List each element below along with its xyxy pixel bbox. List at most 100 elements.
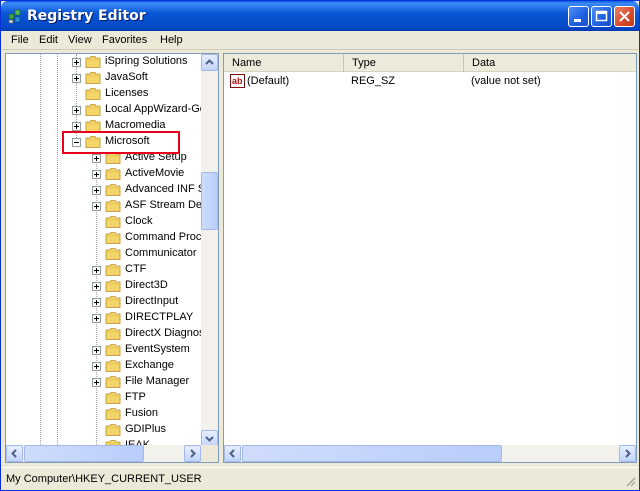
list-item[interactable]: ab (Default) REG_SZ (value not set) (224, 74, 636, 90)
expand-icon[interactable] (92, 298, 101, 307)
tree-item[interactable]: DIRECTPLAY (6, 310, 202, 326)
tree-item[interactable]: ASF Stream Des (6, 198, 208, 214)
resize-grip-icon[interactable] (624, 475, 636, 487)
tree-item[interactable]: ActiveMovie (6, 166, 202, 182)
tree-item[interactable]: iSpring Solutions (6, 54, 202, 70)
folder-icon (105, 280, 121, 292)
list-scroll-left-button[interactable] (224, 445, 241, 462)
list-horizontal-scrollbar[interactable] (224, 445, 636, 462)
scroll-up-button[interactable] (201, 54, 218, 71)
maximize-button[interactable] (591, 6, 612, 27)
expand-icon[interactable] (72, 74, 81, 83)
registry-editor-icon (8, 9, 21, 24)
tree-item[interactable]: DirectInput (6, 294, 202, 310)
window-title: Registry Editor (27, 8, 146, 24)
string-value-icon: ab (230, 74, 245, 88)
tree-item-label: EventSystem (125, 343, 190, 355)
value-type: REG_SZ (351, 75, 396, 87)
tree-item-label: ASF Stream Des (125, 199, 208, 211)
expand-icon[interactable] (92, 154, 101, 163)
tree-item-label: Clock (125, 215, 153, 227)
list-horizontal-scroll-thumb[interactable] (242, 445, 502, 462)
folder-icon (105, 376, 121, 388)
expand-icon[interactable] (72, 122, 81, 131)
expand-icon[interactable] (72, 106, 81, 115)
tree-item[interactable]: Exchange (6, 358, 202, 374)
scroll-right-button[interactable] (184, 445, 201, 462)
tree-item[interactable]: Direct3D (6, 278, 202, 294)
folder-icon (105, 312, 121, 324)
minimize-icon (574, 19, 581, 22)
tree-item-label: Licenses (105, 87, 149, 99)
list-scroll-right-button[interactable] (619, 445, 636, 462)
expand-icon[interactable] (92, 202, 101, 211)
tree-horizontal-scroll-thumb[interactable] (24, 445, 144, 462)
folder-icon (85, 72, 101, 84)
column-header-data[interactable]: Data (464, 54, 636, 72)
expand-icon[interactable] (92, 282, 101, 291)
tree-item[interactable]: Licenses (6, 86, 202, 102)
tree-item-label: DirectInput (125, 295, 179, 307)
chevron-right-icon (190, 449, 196, 458)
tree-item[interactable]: Command Proce (6, 230, 208, 246)
expand-icon[interactable] (92, 266, 101, 275)
tree-horizontal-scrollbar[interactable] (6, 445, 201, 462)
menu-bar: File Edit View Favorites Help (2, 31, 638, 50)
expand-icon[interactable] (92, 346, 101, 355)
close-button[interactable] (614, 6, 635, 27)
column-header-name[interactable]: Name (224, 54, 344, 72)
tree-item[interactable]: DirectX Diagnos (6, 326, 205, 342)
tree-item[interactable]: FTP (6, 390, 202, 406)
expand-icon[interactable] (92, 362, 101, 371)
tree-item-label: Command Proce (125, 231, 208, 243)
title-bar[interactable]: Registry Editor (1, 1, 639, 31)
folder-icon (105, 360, 121, 372)
tree-item-label: Communicator (125, 247, 197, 259)
menu-help[interactable]: Help (160, 34, 183, 46)
tree-item-label: CTF (125, 263, 147, 275)
folder-icon (105, 200, 121, 212)
tree-item[interactable]: Communicator (6, 246, 202, 262)
chevron-down-icon (205, 436, 214, 442)
tree-vertical-scrollbar[interactable] (201, 54, 218, 447)
tree-item-label: Direct3D (125, 279, 168, 291)
menu-favorites[interactable]: Favorites (102, 34, 147, 46)
expand-icon[interactable] (92, 314, 101, 323)
tree-item[interactable]: EventSystem (6, 342, 202, 358)
tree-vertical-scroll-thumb[interactable] (201, 172, 218, 230)
chevron-left-icon (11, 449, 17, 458)
folder-icon (105, 216, 121, 228)
scroll-left-button[interactable] (6, 445, 23, 462)
expand-icon[interactable] (92, 186, 101, 195)
tree-item[interactable]: Advanced INF S (6, 182, 205, 198)
tree-item[interactable]: Fusion (6, 406, 202, 422)
menu-view[interactable]: View (68, 34, 92, 46)
folder-icon (105, 392, 121, 404)
tree-item[interactable]: JavaSoft (6, 70, 202, 86)
folder-icon (105, 232, 121, 244)
folder-icon (105, 184, 121, 196)
menu-file[interactable]: File (11, 34, 29, 46)
folder-icon (85, 104, 101, 116)
folder-icon (105, 424, 121, 436)
tree-item-label: DirectX Diagnos (125, 327, 205, 339)
folder-icon (105, 264, 121, 276)
menu-edit[interactable]: Edit (39, 34, 58, 46)
minimize-button[interactable] (568, 6, 589, 27)
column-header-type[interactable]: Type (344, 54, 464, 72)
key-tree-pane[interactable]: iSpring Solutions JavaSoft Licenses Local A… (5, 53, 219, 463)
tree-item[interactable]: Local AppWizard-Ge (6, 102, 206, 118)
status-path: My Computer\HKEY_CURRENT_USER (6, 473, 202, 485)
tree-item[interactable]: CTF (6, 262, 202, 278)
expand-icon[interactable] (72, 58, 81, 67)
folder-icon (105, 344, 121, 356)
expand-icon[interactable] (92, 378, 101, 387)
tree-item[interactable]: GDIPlus (6, 422, 202, 438)
expand-icon[interactable] (92, 170, 101, 179)
tree-item[interactable]: File Manager (6, 374, 202, 390)
list-header: Name Type Data (224, 54, 636, 72)
value-data: (value not set) (471, 75, 541, 87)
values-list-pane[interactable]: Name Type Data ab (Default) REG_SZ (valu… (223, 53, 637, 463)
folder-icon (105, 328, 121, 340)
tree-item[interactable]: Clock (6, 214, 202, 230)
